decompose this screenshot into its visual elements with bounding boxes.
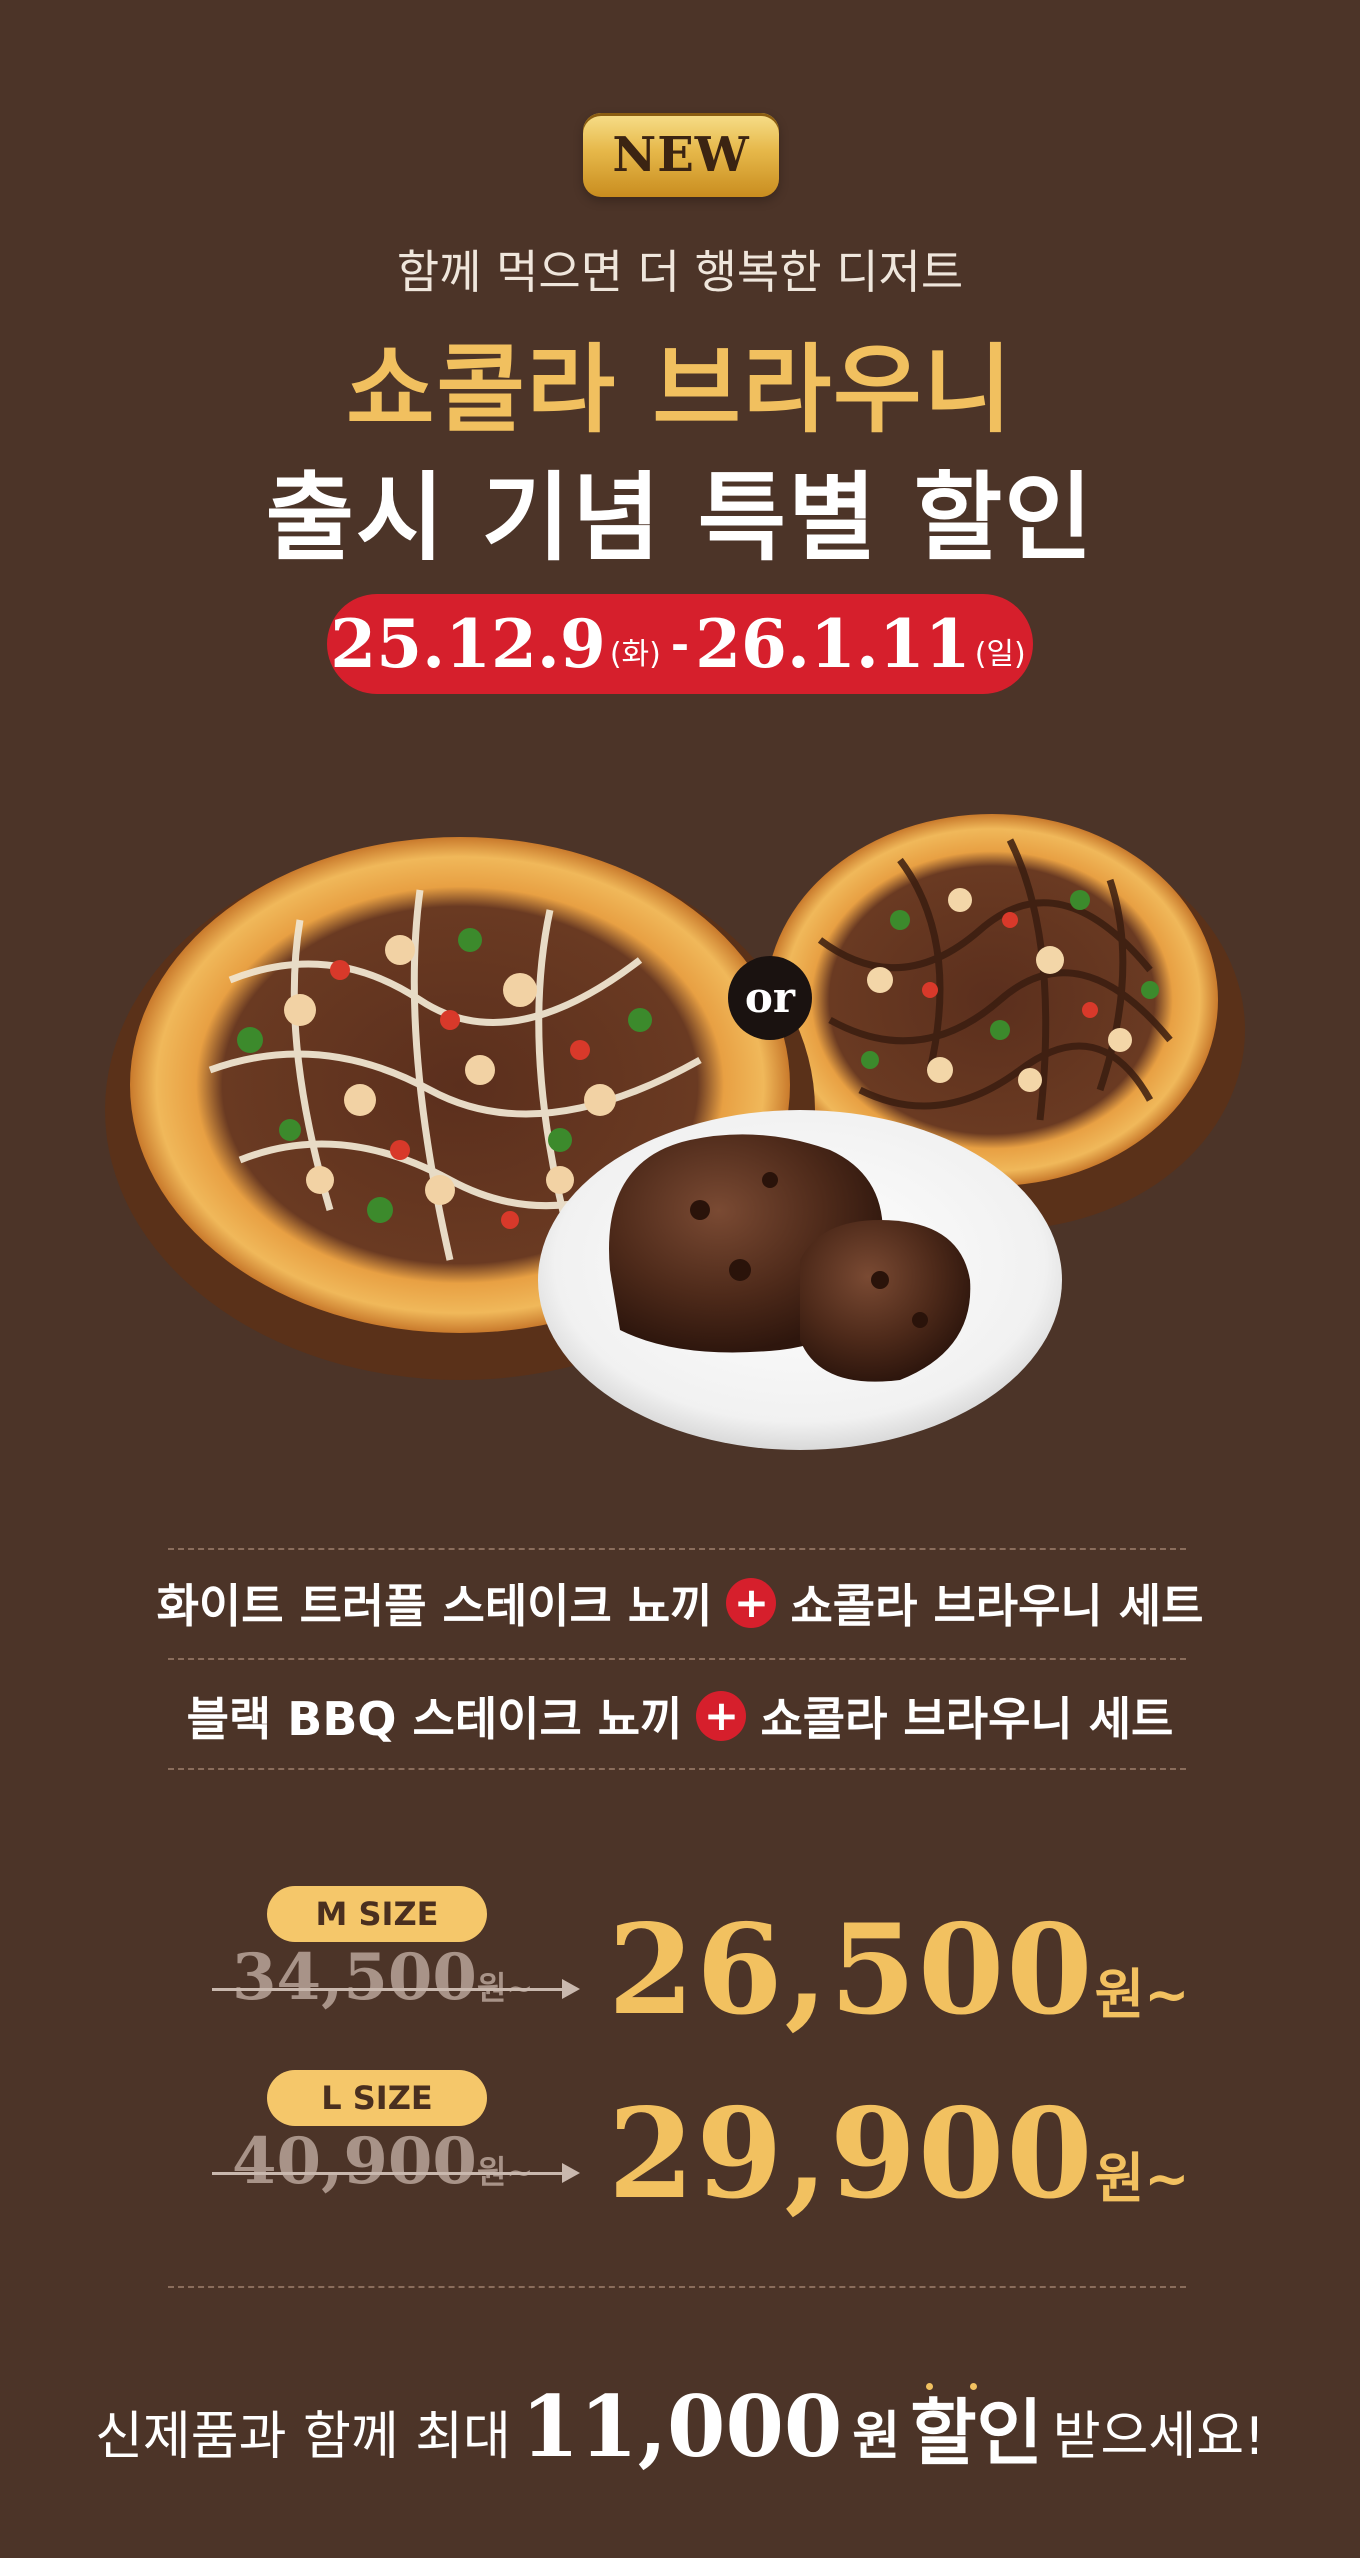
discount-emphasis: 할인 — [910, 2383, 1043, 2469]
sale-price-value: 29,900 — [608, 2082, 1095, 2227]
date-end: 26.1.11 — [695, 605, 971, 683]
bottom-prefix: 신제품과 함께 최대 — [95, 2407, 511, 2467]
date-separator: - — [670, 618, 690, 670]
original-price-m: 34,500원~ — [232, 1940, 533, 2015]
or-label: or — [744, 973, 796, 1022]
discount-amount: 11,000 — [520, 2377, 843, 2476]
new-badge: NEW — [583, 113, 779, 197]
discount-unit: 원 — [852, 2407, 901, 2467]
arrow-icon — [562, 2163, 580, 2183]
bottom-message: 신제품과 함께 최대 11,000 원 할인 받으세요! — [0, 2377, 1360, 2476]
date-end-day: (일) — [974, 637, 1026, 672]
emphasis-dot — [970, 2383, 978, 2390]
divider — [168, 2286, 1186, 2288]
combo-dessert: 쇼콜라 브라우니 세트 — [790, 1579, 1204, 1633]
combo-item: 화이트 트러플 스테이크 뇨끼 + 쇼콜라 브라우니 세트 — [0, 1570, 1360, 1636]
bottom-suffix: 받으세요! — [1052, 2407, 1265, 2467]
date-start: 25.12.9 — [330, 605, 606, 683]
divider — [168, 1548, 1186, 1550]
sale-price-unit: 원~ — [1094, 2147, 1190, 2210]
size-badge-l: L SIZE — [267, 2070, 487, 2126]
combo-pizza: 화이트 트러플 스테이크 뇨끼 — [156, 1579, 713, 1633]
strike-line — [212, 2172, 564, 2175]
strike-line — [212, 1988, 564, 1991]
divider — [168, 1768, 1186, 1770]
title-promo: 출시 기념 특별 할인 — [265, 462, 1095, 574]
arrow-icon — [562, 1979, 580, 1999]
date-start-day: (화) — [609, 637, 661, 672]
combo-dessert: 쇼콜라 브라우니 세트 — [760, 1692, 1174, 1746]
original-price-value: 40,900 — [232, 2124, 477, 2199]
title-product: 쇼콜라 브라우니 — [346, 334, 1014, 446]
date-range-badge: 25.12.9 (화) - 26.1.11 (일) — [327, 594, 1033, 694]
sale-price-m: 26,500원~ — [608, 1898, 1190, 2043]
original-price-l: 40,900원~ — [232, 2124, 533, 2199]
emphasis-text: 할인 — [910, 2391, 1043, 2475]
sale-price-l: 29,900원~ — [608, 2082, 1190, 2227]
divider — [168, 1658, 1186, 1660]
sale-price-unit: 원~ — [1094, 1963, 1190, 2026]
sale-price-value: 26,500 — [608, 1898, 1095, 2043]
original-price-value: 34,500 — [232, 1940, 477, 2015]
emphasis-dot — [926, 2383, 934, 2390]
combo-pizza: 블랙 BBQ 스테이크 뇨끼 — [186, 1692, 683, 1746]
plus-icon: + — [726, 1578, 777, 1628]
pizza-brownie-illustration — [105, 814, 1245, 1450]
combo-item: 블랙 BBQ 스테이크 뇨끼 + 쇼콜라 브라우니 세트 — [0, 1683, 1360, 1749]
subtitle: 함께 먹으면 더 행복한 디저트 — [396, 245, 964, 299]
size-badge-m: M SIZE — [267, 1886, 487, 1942]
plus-icon: + — [696, 1691, 747, 1741]
